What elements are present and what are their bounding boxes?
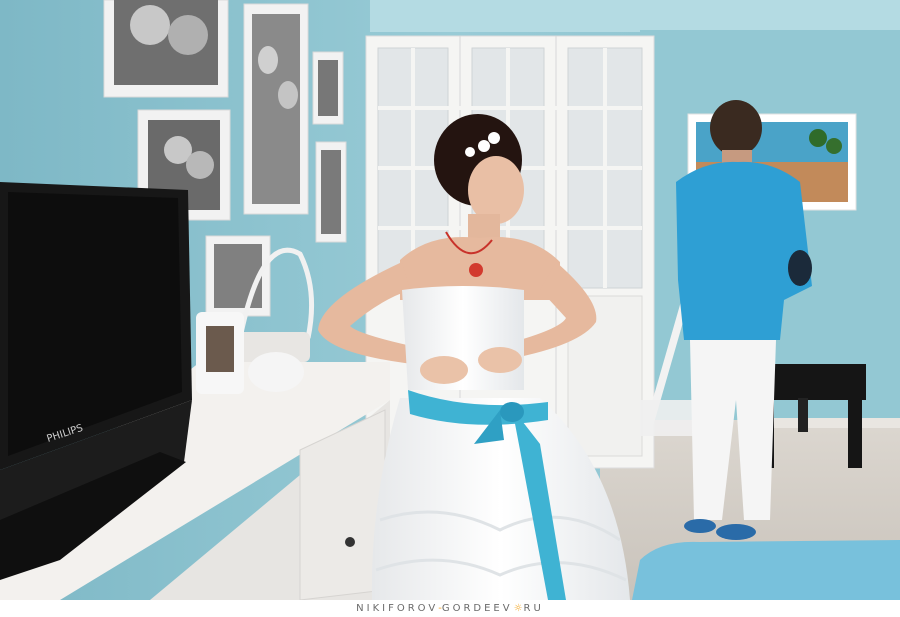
watermark-part2: GORDEEV: [441, 603, 513, 614]
watermark-part3: RU: [523, 603, 544, 614]
photo-scene: PHILIPS: [0, 0, 900, 600]
watermark: NIKIFOROV - GORDEEV ☼ RU: [0, 600, 900, 617]
wedding-photo: PHILIPS: [0, 0, 900, 600]
sun-icon: ☼: [513, 603, 523, 614]
watermark-part1: NIKIFOROV: [356, 603, 439, 614]
